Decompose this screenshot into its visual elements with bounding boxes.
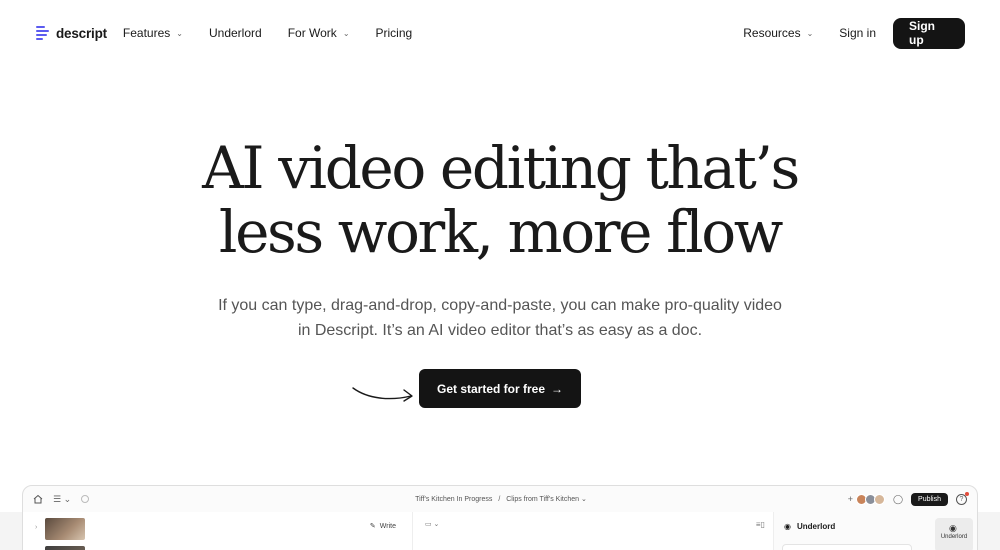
scene-thumbnail[interactable] (45, 546, 85, 550)
top-nav: descript Features ⌄ Underlord For Work ⌄… (0, 0, 1000, 66)
underlord-side-button[interactable]: ◉ Underlord (935, 518, 973, 550)
nav-item-for-work[interactable]: For Work ⌄ (288, 26, 350, 40)
status-circle-icon (81, 495, 90, 503)
app-toolbar: Tiff's Kitchen In Progress / Clips from … (23, 486, 977, 512)
pencil-icon: ✎ (369, 523, 376, 530)
scenes-panel: › ✎ Write (23, 512, 413, 550)
hero-title: AI video editing that’s less work, more … (0, 136, 1000, 264)
hero-title-line-1: AI video editing that’s (202, 134, 800, 202)
nav-item-underlord[interactable]: Underlord (209, 26, 262, 40)
descript-logo-icon (36, 25, 50, 41)
chevron-down-icon: ⌄ (342, 28, 350, 38)
avatar (873, 493, 885, 505)
hero-title-line-2: less work, more flow (218, 198, 784, 266)
app-preview-window: Tiff's Kitchen In Progress / Clips from … (22, 485, 978, 550)
aspect-ratio-icon[interactable]: ▭ ⌄ (425, 520, 439, 528)
get-started-button[interactable]: Get started for free → (419, 369, 581, 408)
chevron-right-icon[interactable]: › (35, 524, 37, 531)
brand-logo[interactable]: descript (36, 25, 107, 41)
help-icon[interactable]: ? (956, 491, 969, 505)
robot-icon: ◉ (949, 523, 957, 533)
publish-button[interactable]: Publish (911, 492, 948, 506)
underlord-input[interactable] (782, 544, 912, 550)
write-button[interactable]: ✎ Write (369, 522, 396, 531)
cta-area: Get started for free → (0, 369, 1000, 409)
plus-icon[interactable]: + (848, 494, 853, 504)
chevron-down-icon: ⌄ (176, 28, 183, 38)
hero-subtitle: If you can type, drag-and-drop, copy-and… (218, 297, 782, 339)
menu-icon[interactable]: ☰ ⌄ (53, 494, 71, 505)
nav-item-resources[interactable]: Resources ⌄ (743, 26, 813, 40)
app-breadcrumb: Tiff's Kitchen In Progress / Clips from … (415, 496, 587, 503)
hand-drawn-arrow-icon (352, 387, 413, 402)
brand-name: descript (56, 25, 107, 41)
layout-toggle-icon[interactable]: ≡▯ (756, 520, 765, 529)
sign-in-link[interactable]: Sign in (839, 26, 876, 40)
sign-up-button[interactable]: Sign up (893, 17, 965, 49)
underlord-panel: ◉ Underlord ◉ Underlord (773, 512, 977, 550)
nav-item-pricing[interactable]: Pricing (376, 26, 413, 40)
arrow-right-icon: → (551, 381, 564, 396)
home-icon[interactable] (33, 494, 43, 504)
canvas-panel: ▭ ⌄ ≡▯ (413, 512, 773, 550)
comment-icon[interactable]: ◯ (893, 494, 903, 505)
collaborator-avatars[interactable]: + (848, 493, 885, 505)
chevron-down-icon: ⌄ (806, 28, 814, 38)
nav-item-features[interactable]: Features ⌄ (123, 26, 183, 40)
underlord-title: ◉ Underlord (784, 522, 836, 531)
chevron-down-icon: ⌄ (580, 496, 587, 503)
scene-thumbnail[interactable] (45, 518, 85, 540)
robot-icon: ◉ (784, 522, 791, 531)
